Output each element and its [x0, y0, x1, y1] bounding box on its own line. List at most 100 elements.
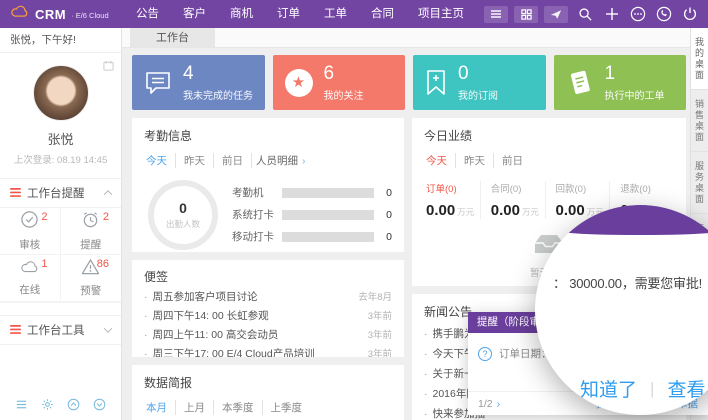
- add-icon[interactable]: [603, 6, 620, 23]
- reminders-grid: 2 审核 2 提醒 1 在线 86: [0, 208, 121, 303]
- send-announce-icon[interactable]: [544, 6, 568, 23]
- note-item[interactable]: 周四下午14: 00 长虹参观 3年前: [144, 307, 392, 326]
- user-name: 张悦: [0, 129, 121, 148]
- tab-yesterday[interactable]: 昨天: [176, 153, 214, 168]
- tab-last-month[interactable]: 上月: [176, 400, 214, 415]
- menu-item-contracts[interactable]: 合同: [359, 0, 406, 28]
- tab-workbench[interactable]: 工作台: [130, 28, 215, 47]
- section-workbench-reminders[interactable]: 工作台提醒: [0, 178, 121, 208]
- phone-icon[interactable]: [655, 6, 672, 23]
- reminder-online[interactable]: 1 在线: [0, 255, 61, 302]
- card-label: 执行中的工单: [605, 87, 665, 102]
- brand[interactable]: CRM · E/6 Cloud: [0, 5, 124, 23]
- attendance-panel: 考勤信息 今天 昨天 前日 人员明细 0 出勤人数: [132, 118, 404, 252]
- row-value: 0: [374, 231, 392, 243]
- section-title: 工作台工具: [27, 322, 99, 338]
- brand-name: CRM: [35, 7, 66, 22]
- stat-label: 订单(0): [426, 181, 480, 195]
- attendance-row: 考勤机 0: [232, 185, 392, 200]
- note-time: 3年前: [368, 326, 392, 345]
- note-item[interactable]: 周三下午17: 00 E/4 Cloud产品培训 3年前: [144, 345, 392, 357]
- cloud-icon: [20, 260, 40, 279]
- calendar-icon[interactable]: [103, 58, 114, 76]
- chevron-up-icon: [104, 190, 112, 198]
- card-active-work-orders[interactable]: 1 执行中的工单: [554, 55, 687, 110]
- stat-label: 合同(0): [491, 181, 545, 195]
- last-login: 上次登录: 08.19 14:45: [0, 152, 121, 166]
- tab-this-quarter[interactable]: 本季度: [214, 400, 263, 415]
- attendance-rows: 考勤机 0 系统打卡 0 移动打卡: [232, 178, 392, 251]
- donut-value: 0: [179, 200, 187, 216]
- tab-today[interactable]: 今天: [424, 153, 456, 168]
- divider: |: [650, 379, 654, 399]
- magnified-buttons: 知道了 | 查看单据: [580, 375, 708, 402]
- reminder-alerts[interactable]: 2 提醒: [61, 208, 122, 255]
- circle-chevron-down-icon[interactable]: [93, 398, 106, 416]
- reminder-label: 预警: [80, 283, 101, 298]
- row-label: 移动打卡: [232, 229, 282, 244]
- attendance-donut: 0 出勤人数: [148, 180, 218, 250]
- check-circle-icon: [20, 210, 39, 234]
- search-icon[interactable]: [577, 6, 594, 23]
- sidebar: 张悦，下午好! 张悦 上次登录: 08.19 14:45 工作台提醒 2 审核: [0, 28, 122, 420]
- card-label: 我的关注: [324, 87, 364, 102]
- work-order-doc-icon: [566, 69, 594, 97]
- card-my-subscriptions[interactable]: 0 我的订阅: [413, 55, 546, 110]
- card-value: 0: [458, 64, 498, 83]
- personnel-detail-link[interactable]: 人员明细: [256, 153, 306, 168]
- more-options-icon[interactable]: [629, 6, 646, 23]
- tab-this-month[interactable]: 本月: [144, 400, 176, 415]
- menu-item-work-orders[interactable]: 工单: [312, 0, 359, 28]
- menu-item-announcements[interactable]: 公告: [124, 0, 171, 28]
- menu-item-customers[interactable]: 客户: [171, 0, 218, 28]
- menu-item-project-home[interactable]: 项目主页: [406, 0, 476, 28]
- apps-grid-icon[interactable]: [514, 6, 538, 23]
- note-item[interactable]: 周四上午11: 00 高交会动员 3年前: [144, 326, 392, 345]
- badge-count: 2: [103, 211, 109, 223]
- greeting-text: 张悦，下午好!: [0, 28, 121, 53]
- note-text: 周四上午11: 00 高交会动员: [153, 326, 362, 345]
- note-text: 周四下午14: 00 长虹参观: [153, 307, 362, 326]
- menu-item-orders[interactable]: 订单: [265, 0, 312, 28]
- bar-track: [282, 210, 374, 220]
- card-my-follows[interactable]: 6 我的关注: [273, 55, 406, 110]
- badge-count: 1: [41, 258, 47, 270]
- menu-item-opportunities[interactable]: 商机: [218, 0, 265, 28]
- circle-chevron-up-icon[interactable]: [67, 398, 80, 416]
- chat-bubble-icon: [144, 70, 172, 96]
- note-text: 周三下午17: 00 E/4 Cloud产品培训: [153, 345, 362, 357]
- data-report-panel: 数据简报 本月 上月 本季度 上季度: [132, 365, 404, 420]
- stat-value: 0.00: [491, 202, 520, 219]
- tab-sales-desktop[interactable]: 销售桌面: [691, 90, 708, 152]
- list-menu-icon[interactable]: [484, 6, 508, 23]
- tab-today[interactable]: 今天: [144, 153, 176, 168]
- card-unfinished-tasks[interactable]: 4 我未完成的任务: [132, 55, 265, 110]
- note-item[interactable]: 周五参加客户项目讨论 去年8月: [144, 288, 392, 307]
- question-circle-icon: [478, 347, 492, 361]
- power-logout-icon[interactable]: [681, 6, 698, 23]
- reminder-warnings[interactable]: 86 预警: [61, 255, 122, 302]
- attendance-tabs: 今天 昨天 前日 人员明细: [144, 153, 392, 168]
- note-text: 周五参加客户项目讨论: [153, 288, 353, 307]
- acknowledge-button-magnified[interactable]: 知道了: [580, 375, 637, 402]
- tab-yesterday[interactable]: 昨天: [456, 153, 494, 168]
- gear-icon[interactable]: [41, 398, 54, 416]
- note-time: 3年前: [368, 307, 392, 326]
- stat-label: 回款(0): [556, 181, 610, 195]
- row-label: 考勤机: [232, 185, 282, 200]
- reminder-label: 审核: [19, 237, 40, 252]
- tab-my-desktop[interactable]: 我的桌面: [691, 28, 708, 90]
- tab-day-before[interactable]: 前日: [494, 153, 531, 168]
- reminder-audit[interactable]: 2 审核: [0, 208, 61, 255]
- avatar[interactable]: [33, 65, 89, 121]
- popup-pagination[interactable]: 1/2: [478, 398, 500, 410]
- list-settings-icon[interactable]: [15, 398, 28, 416]
- section-workbench-tools[interactable]: 工作台工具: [0, 315, 121, 345]
- tab-last-quarter[interactable]: 上季度: [263, 400, 311, 415]
- card-label: 我未完成的任务: [183, 87, 253, 102]
- tab-day-before[interactable]: 前日: [214, 153, 252, 168]
- view-document-button-magnified[interactable]: 查看单据: [667, 375, 708, 402]
- note-time: 3年前: [368, 345, 392, 357]
- main-menu: 公告 客户 商机 订单 工单 合同 项目主页: [124, 0, 476, 28]
- reminder-label: 在线: [19, 282, 40, 297]
